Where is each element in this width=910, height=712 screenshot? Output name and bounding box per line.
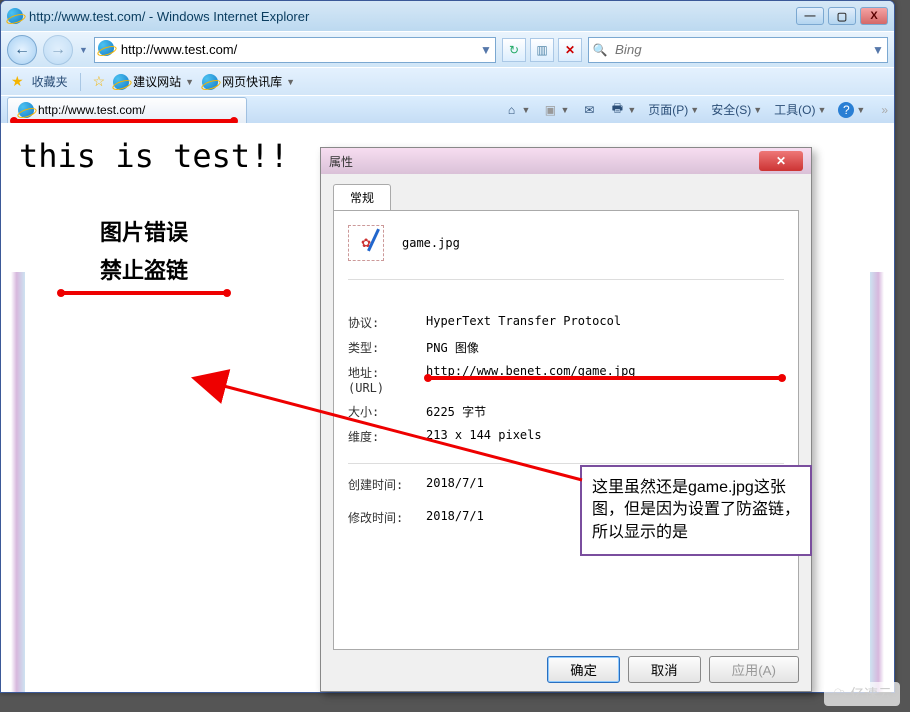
properties-dialog: 属性 ✕ 常规 ✿ game.jpg 协议:HyperText Transfer… — [320, 147, 812, 692]
file-name: game.jpg — [402, 236, 460, 250]
site-favicon — [95, 40, 117, 59]
annotation-underline — [12, 119, 236, 123]
dialog-title: 属性 — [329, 153, 759, 170]
separator — [80, 73, 81, 91]
nav-history-dropdown[interactable]: ▼ — [79, 45, 88, 55]
favorites-label[interactable]: 收藏夹 — [32, 73, 68, 90]
web-slice-label: 网页快讯库 — [222, 73, 282, 90]
value-dimensions: 213 x 144 pixels — [426, 428, 784, 442]
window-title: http://www.test.com/ - Windows Internet … — [29, 9, 796, 24]
address-bar[interactable]: ▼ — [94, 37, 496, 63]
label-created: 创建时间: — [348, 476, 426, 493]
window-titlebar: http://www.test.com/ - Windows Internet … — [1, 1, 894, 31]
value-type: PNG 图像 — [426, 339, 784, 356]
stop-icon: ✕ — [565, 43, 575, 57]
navigation-bar: ← → ▼ ▼ ↻ ▥ ✕ 🔍 ▼ — [1, 31, 894, 67]
cancel-button[interactable]: 取消 — [628, 656, 701, 683]
printer-icon: 🖶 — [609, 102, 625, 118]
value-address: http://www.benet.com/game.jpg — [426, 364, 784, 378]
suggested-sites-label: 建议网站 — [133, 73, 181, 90]
tab-general[interactable]: 常规 — [333, 184, 391, 210]
search-icon: 🔍 — [589, 43, 611, 57]
label-size: 大小: — [348, 403, 426, 420]
page-menu[interactable]: 页面(P)▼ — [648, 101, 699, 118]
tab-bar: http://www.test.com/ ⌂▼ ▣▼ ✉ 🖶▼ 页面(P)▼ 安… — [1, 95, 894, 123]
favorites-star-icon[interactable]: ★ — [11, 73, 24, 90]
annotation-underline — [426, 376, 784, 380]
hotlink-line1: 图片错误 — [59, 215, 229, 247]
refresh-button[interactable]: ↻ — [502, 38, 526, 62]
arrow-left-icon: ← — [14, 41, 30, 59]
annotation-text: 这里虽然还是game.jpg这张图，但是因为设置了防盗链，所以显示的是 — [592, 479, 800, 541]
ie-logo-icon — [7, 8, 23, 24]
value-size: 6225 字节 — [426, 403, 784, 420]
read-mail-button[interactable]: ✉ — [581, 102, 597, 118]
chevron-down-icon: ▼ — [286, 77, 295, 87]
close-button[interactable]: X — [860, 7, 888, 25]
ok-button[interactable]: 确定 — [547, 656, 620, 683]
dialog-tabstrip: 常规 — [333, 184, 799, 210]
ie-icon — [202, 74, 218, 90]
file-type-icon: ✿ — [348, 225, 384, 261]
label-dimensions: 维度: — [348, 428, 426, 445]
rss-icon: ▣ — [542, 102, 558, 118]
annotation-underline — [59, 291, 229, 295]
add-favorite-icon[interactable]: ☆ — [93, 73, 106, 90]
chevron-down-icon: ▼ — [185, 77, 194, 87]
home-button[interactable]: ⌂▼ — [504, 102, 531, 118]
label-protocol: 协议: — [348, 314, 426, 331]
arrow-right-icon: → — [50, 41, 66, 59]
search-box[interactable]: 🔍 ▼ — [588, 37, 888, 63]
decorative-strip — [870, 272, 884, 693]
safety-menu[interactable]: 安全(S)▼ — [711, 101, 762, 118]
forward-button[interactable]: → — [43, 35, 73, 65]
help-button[interactable]: ?▼ — [838, 102, 865, 118]
address-input[interactable] — [117, 42, 477, 57]
suggested-sites-link[interactable]: 建议网站 ▼ — [113, 73, 194, 90]
browser-tab[interactable]: http://www.test.com/ — [7, 97, 247, 123]
home-icon: ⌂ — [504, 102, 520, 118]
maximize-button[interactable]: ▢ — [828, 7, 856, 25]
favorites-bar: ★ 收藏夹 ☆ 建议网站 ▼ 网页快讯库 ▼ — [1, 67, 894, 95]
dialog-titlebar[interactable]: 属性 ✕ — [321, 148, 811, 174]
feeds-button[interactable]: ▣▼ — [542, 102, 569, 118]
refresh-icon: ↻ — [509, 43, 519, 57]
general-panel: ✿ game.jpg 协议:HyperText Transfer Protoco… — [333, 210, 799, 650]
label-modified: 修改时间: — [348, 509, 426, 526]
value-protocol: HyperText Transfer Protocol — [426, 314, 784, 328]
address-dropdown[interactable]: ▼ — [477, 43, 495, 57]
annotation-callout: 这里虽然还是game.jpg这张图，但是因为设置了防盗链，所以显示的是 — [580, 465, 812, 556]
web-slice-link[interactable]: 网页快讯库 ▼ — [202, 73, 295, 90]
tab-title: http://www.test.com/ — [38, 103, 145, 117]
dialog-close-button[interactable]: ✕ — [759, 151, 803, 171]
stop-button[interactable]: ✕ — [558, 38, 582, 62]
hotlink-error-image: 图片错误 禁止盗链 — [59, 215, 229, 295]
ie-icon — [113, 74, 129, 90]
mail-icon: ✉ — [581, 102, 597, 118]
tools-menu[interactable]: 工具(O)▼ — [774, 101, 826, 118]
decorative-strip — [11, 272, 25, 693]
label-type: 类型: — [348, 339, 426, 356]
back-button[interactable]: ← — [7, 35, 37, 65]
search-input[interactable] — [611, 42, 869, 57]
tab-favicon — [18, 102, 34, 118]
label-address: 地址:(URL) — [348, 364, 426, 395]
hotlink-line2: 禁止盗链 — [59, 253, 229, 285]
search-provider-dropdown[interactable]: ▼ — [869, 43, 887, 57]
watermark: ☁ 亿速云 — [824, 682, 900, 706]
print-button[interactable]: 🖶▼ — [609, 102, 636, 118]
minimize-button[interactable]: — — [796, 7, 824, 25]
compat-view-button[interactable]: ▥ — [530, 38, 554, 62]
help-icon: ? — [838, 102, 854, 118]
apply-button[interactable]: 应用(A) — [709, 656, 799, 683]
